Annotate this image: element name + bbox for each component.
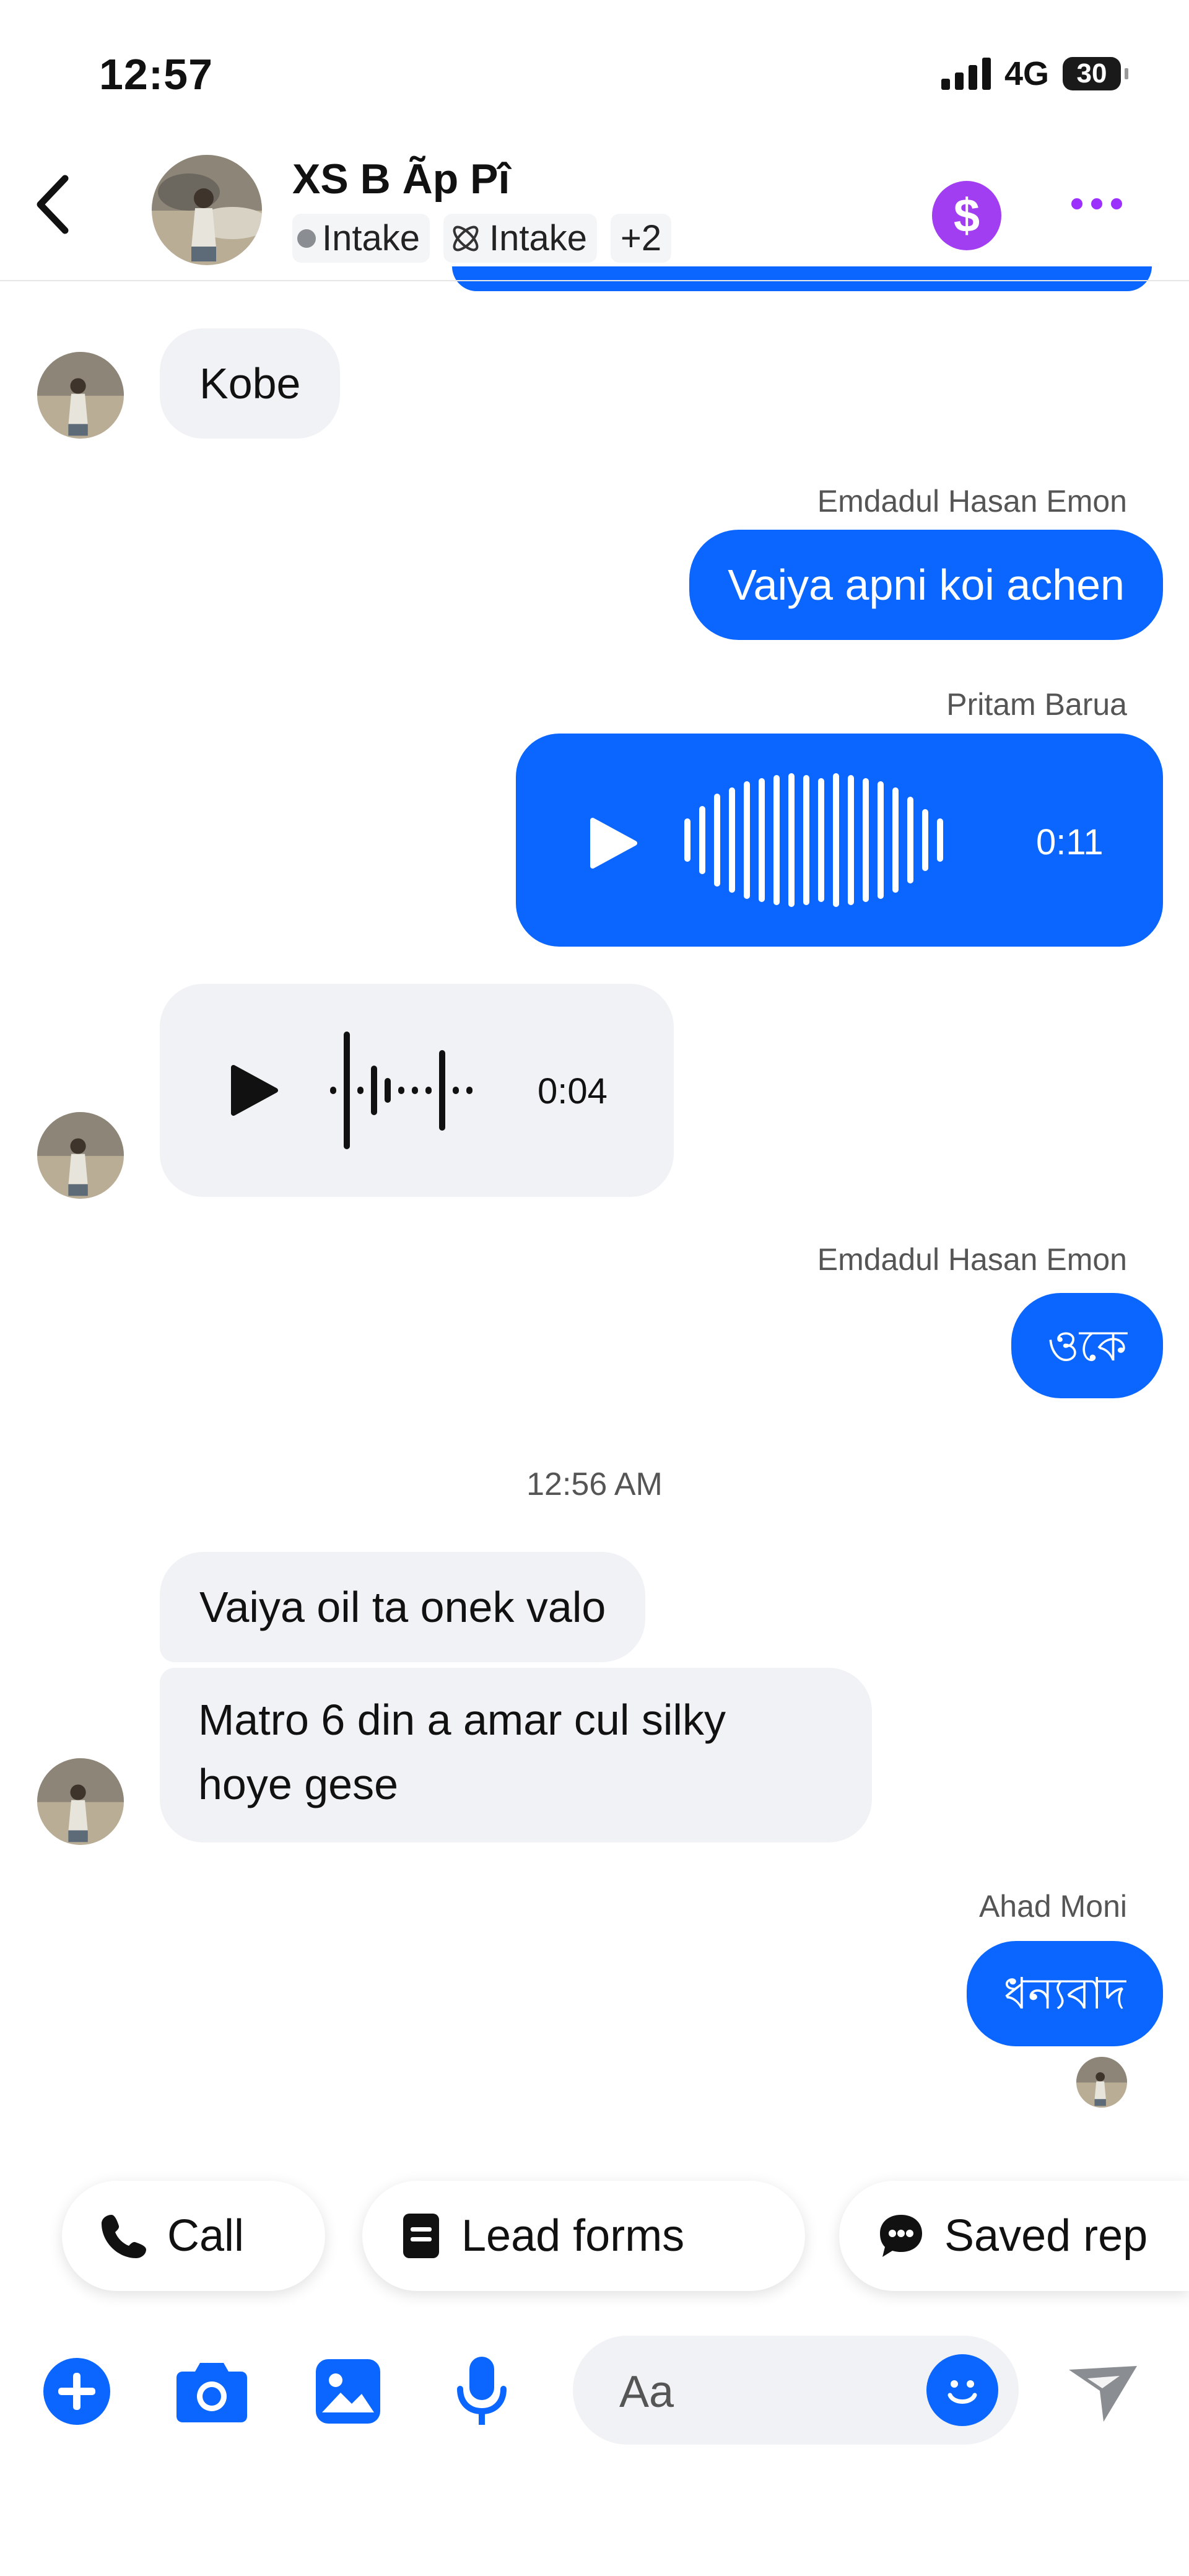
conversation-title[interactable]: XS B Ãp Pî (292, 155, 510, 203)
more-options-icon[interactable] (1071, 198, 1122, 209)
sender-name: Emdadul Hasan Emon (817, 1242, 1127, 1277)
dollar-icon[interactable]: $ (932, 181, 1001, 250)
seen-avatar (1076, 2057, 1127, 2108)
message-input-placeholder: Aa (619, 2367, 674, 2417)
label-list: Intake Intake +2 (292, 214, 672, 263)
saved-replies-button[interactable]: Saved rep (839, 2181, 1189, 2291)
send-icon (1069, 2366, 1137, 2422)
battery-icon: 30 (1063, 57, 1128, 90)
status-indicators: 4G 30 (941, 55, 1128, 93)
label-chip[interactable]: Intake (292, 214, 430, 263)
form-icon (403, 2214, 439, 2258)
avatar-image (152, 155, 262, 265)
microphone-icon (457, 2357, 507, 2425)
lead-forms-label: Lead forms (461, 2211, 685, 2261)
network-type: 4G (1004, 55, 1049, 92)
smiley-icon (947, 2380, 977, 2404)
status-time: 12:57 (99, 50, 214, 99)
call-label: Call (167, 2211, 245, 2261)
add-button[interactable] (40, 2354, 114, 2429)
outgoing-message[interactable]: ওকে (1011, 1293, 1163, 1398)
call-button[interactable]: Call (62, 2181, 325, 2291)
audio-duration: 0:04 (538, 1071, 608, 1111)
image-icon (316, 2359, 380, 2424)
signal-icon (941, 58, 991, 90)
label-chip[interactable]: Intake (443, 214, 597, 263)
more-labels-count[interactable]: +2 (611, 214, 672, 263)
label-text: Intake (489, 218, 587, 258)
lead-forms-button[interactable]: Lead forms (362, 2181, 805, 2291)
battery-level: 30 (1076, 58, 1107, 89)
audio-waveform (684, 773, 943, 907)
message-timestamp: 12:56 AM (526, 1466, 663, 1502)
sender-avatar[interactable] (37, 352, 124, 439)
phone-icon (102, 2215, 146, 2258)
play-icon[interactable] (584, 815, 640, 871)
incoming-voice-message[interactable]: 0:04 (160, 984, 674, 1197)
outgoing-message[interactable]: Vaiya apni koi achen (689, 530, 1163, 640)
atom-icon (453, 226, 479, 251)
incoming-message[interactable]: Matro 6 din a amar cul silky hoye gese (160, 1668, 872, 1842)
gallery-button[interactable] (311, 2354, 385, 2429)
sender-name: Ahad Moni (978, 1889, 1127, 1924)
saved-replies-label: Saved rep (944, 2211, 1148, 2261)
sender-avatar[interactable] (37, 1112, 124, 1199)
label-text: Intake (322, 218, 420, 258)
audio-waveform (330, 1030, 473, 1151)
outgoing-voice-message[interactable]: 0:11 (516, 734, 1163, 947)
chat-bubble-icon (880, 2215, 922, 2257)
back-button[interactable] (25, 173, 81, 235)
incoming-message[interactable]: Vaiya oil ta onek valo (160, 1552, 646, 1662)
avatar[interactable] (152, 155, 262, 265)
play-icon[interactable] (225, 1062, 281, 1118)
message-line: hoye gese (198, 1760, 399, 1808)
camera-button[interactable] (175, 2354, 249, 2429)
voice-record-button[interactable] (445, 2354, 519, 2429)
sender-name: Emdadul Hasan Emon (817, 484, 1127, 519)
status-dot-icon (297, 229, 316, 248)
plus-icon (43, 2358, 110, 2425)
previous-message-bubble (452, 266, 1152, 291)
audio-duration: 0:11 (1036, 822, 1104, 862)
incoming-message[interactable]: Kobe (160, 328, 341, 439)
chevron-left-icon (37, 175, 69, 234)
emoji-button[interactable] (926, 2354, 998, 2426)
header-divider (0, 280, 1189, 281)
sender-name: Pritam Barua (946, 687, 1127, 722)
sender-avatar[interactable] (37, 1758, 124, 1845)
message-line: Matro 6 din a amar cul silky (198, 1696, 726, 1744)
send-button[interactable] (1065, 2354, 1139, 2429)
camera-icon (176, 2363, 247, 2422)
outgoing-message[interactable]: ধন্যবাদ (966, 1941, 1163, 2046)
